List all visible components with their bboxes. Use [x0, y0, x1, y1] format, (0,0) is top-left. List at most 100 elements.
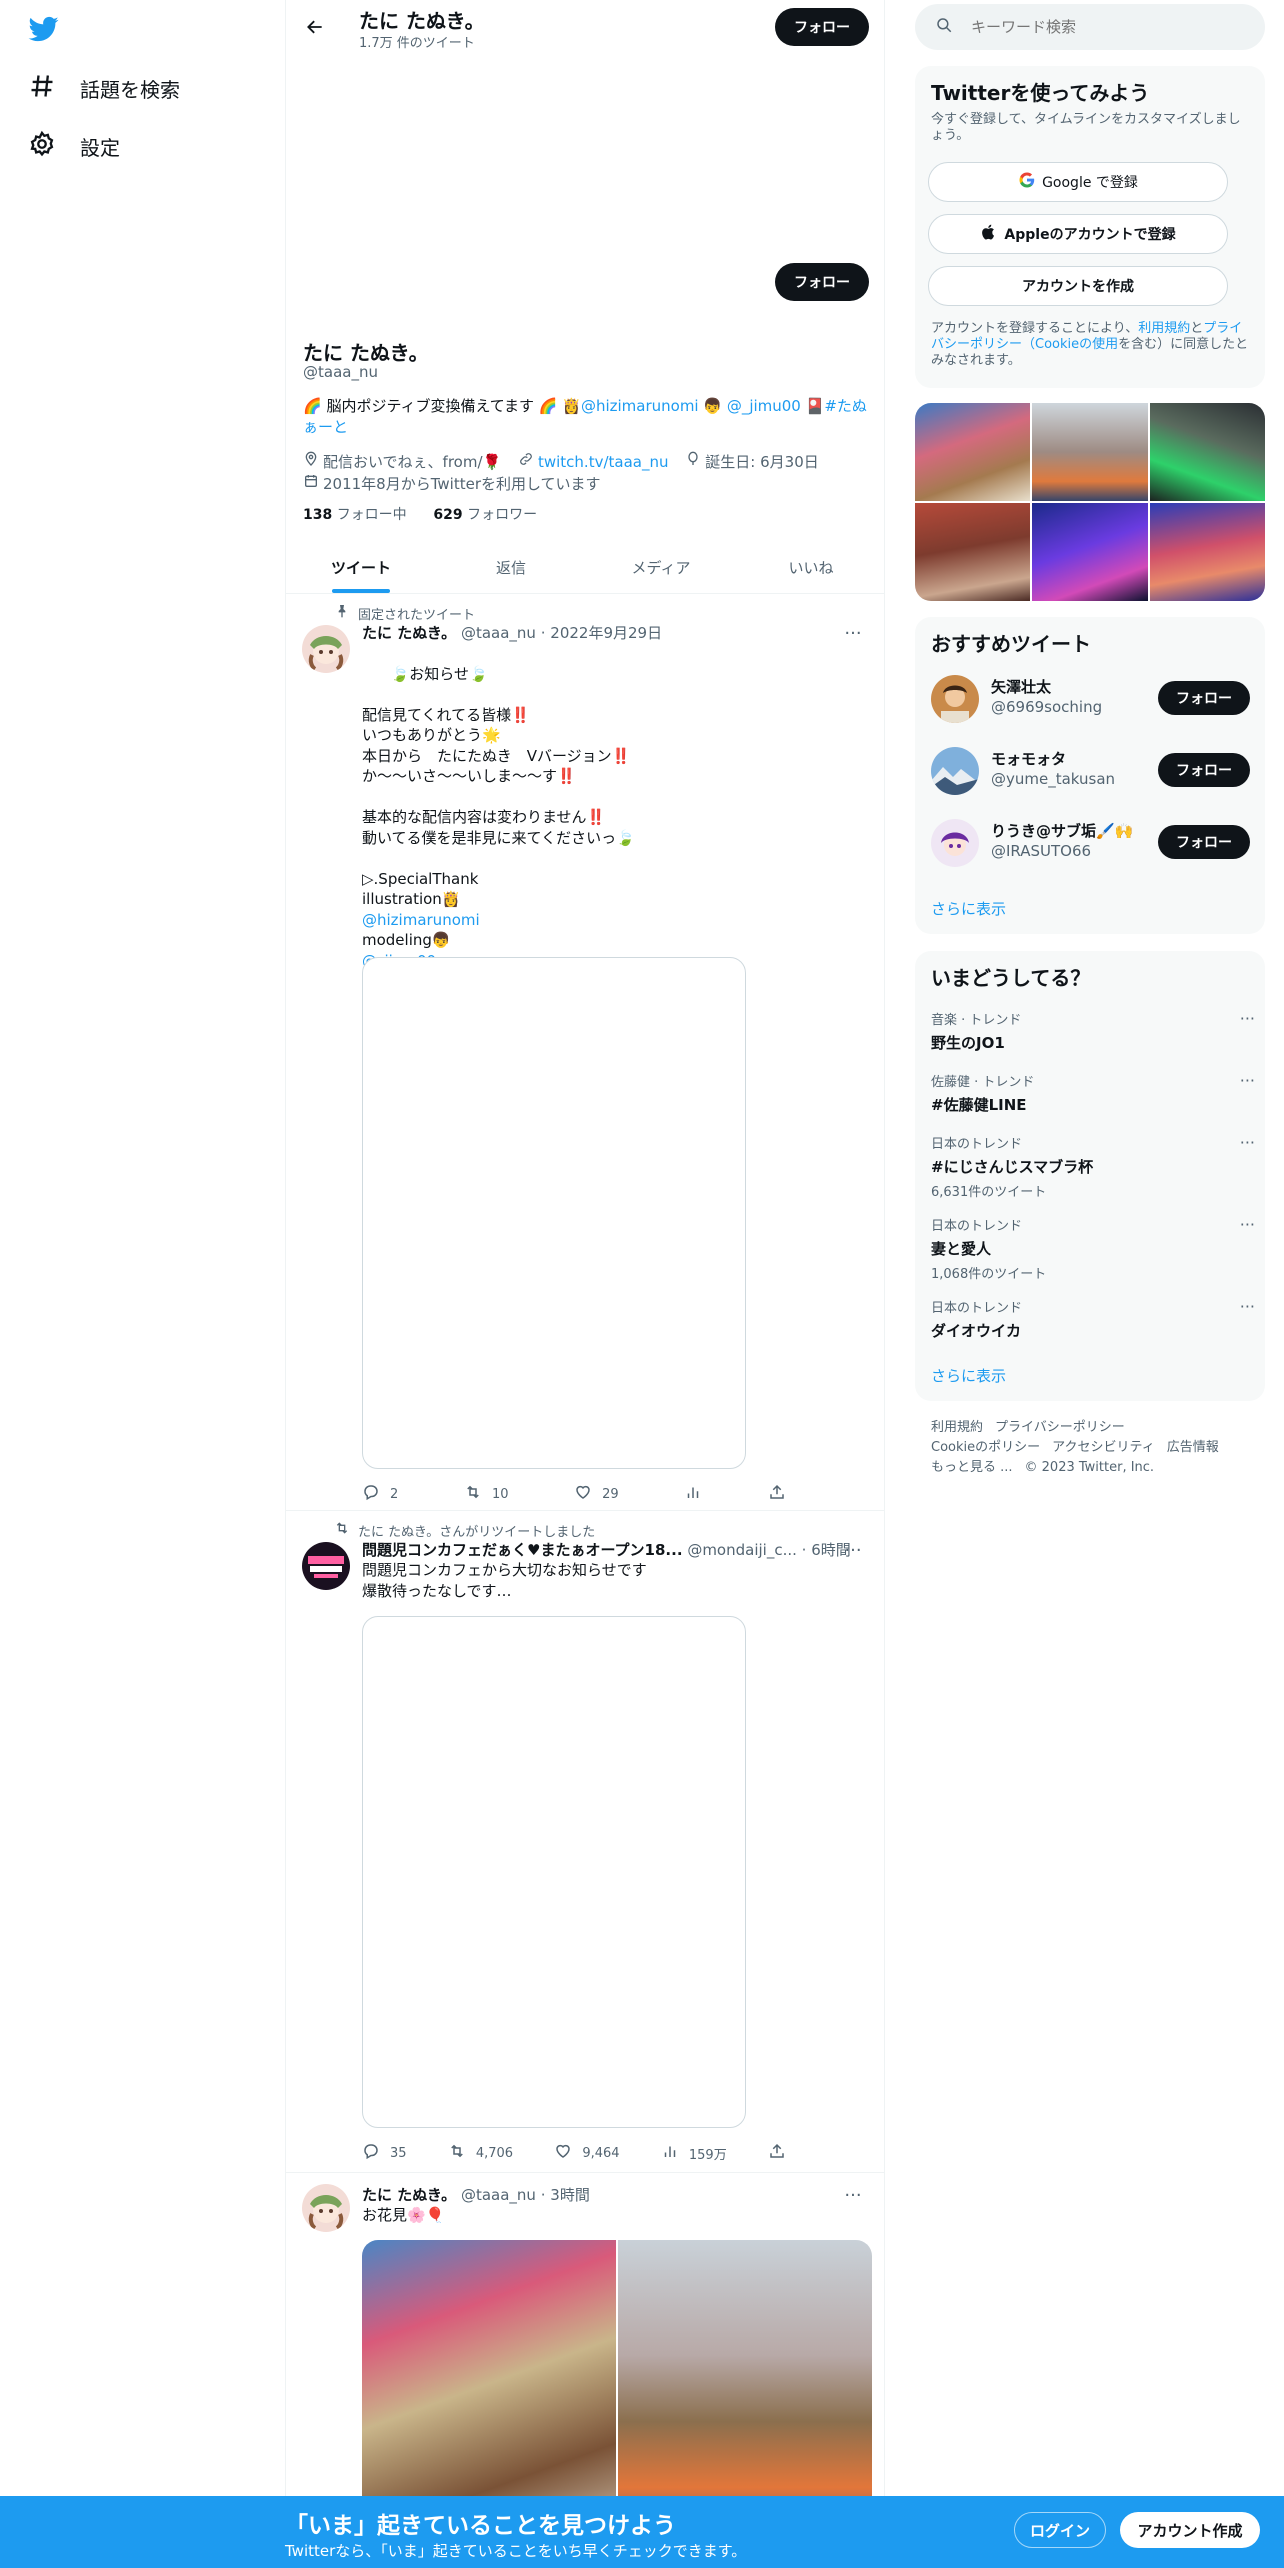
avatar: [931, 747, 979, 795]
trends-title: いまどうしてる？: [931, 966, 1091, 990]
more-dots-icon[interactable]: ···: [1240, 1297, 1255, 1316]
twitter-logo-icon[interactable]: [27, 14, 61, 44]
follow-button[interactable]: フォロー: [1158, 681, 1250, 715]
media-thumb[interactable]: [1032, 403, 1148, 501]
more-dots-icon[interactable]: ···: [841, 2185, 865, 2206]
apple-signup-button[interactable]: Appleのアカウントで登録: [928, 214, 1228, 254]
more-dots-icon[interactable]: ···: [841, 1540, 865, 1561]
terms-link[interactable]: 利用規約: [1138, 321, 1190, 336]
like-button[interactable]: 29: [574, 1483, 619, 1505]
tweet-time[interactable]: 3時間: [550, 2186, 590, 2204]
terms-text-2: と: [1190, 321, 1204, 336]
footer-link-terms[interactable]: 利用規約: [931, 1420, 983, 1435]
reply-icon: [362, 1483, 380, 1505]
profile-url: twitch.tv/taaa_nu: [518, 451, 669, 473]
share-button[interactable]: [768, 2142, 786, 2164]
login-button[interactable]: ログイン: [1014, 2512, 1106, 2548]
link-icon: [518, 451, 534, 473]
tweet-media[interactable]: [362, 1616, 746, 2128]
retweet-button[interactable]: 10: [464, 1483, 508, 1505]
tweet-time[interactable]: 2022年9月29日: [550, 624, 662, 642]
signup-button[interactable]: アカウント作成: [1120, 2512, 1260, 2548]
tweet-author-name[interactable]: たに たぬき。: [362, 624, 456, 642]
trend-item[interactable]: 日本のトレンド ダイオウイカ ···: [931, 1297, 1255, 1341]
like-button[interactable]: 9,464: [554, 2142, 620, 2164]
apple-signup-label: Appleのアカウントで登録: [1004, 227, 1176, 243]
more-dots-icon[interactable]: ···: [1240, 1133, 1255, 1152]
media-thumb[interactable]: [1149, 403, 1265, 501]
share-button[interactable]: [768, 1483, 786, 1505]
trend-item[interactable]: 日本のトレンド 妻と愛人 1,068件のツイート ···: [931, 1215, 1255, 1282]
footer-link-accessibility[interactable]: アクセシビリティ: [1052, 1440, 1155, 1455]
tweet-author-name[interactable]: 問題児コンカフェだぁく♥またぁオープン18...: [362, 1541, 683, 1559]
footer-link-cookies[interactable]: Cookieのポリシー: [931, 1440, 1040, 1455]
back-arrow-icon[interactable]: [298, 12, 332, 42]
retweet-button[interactable]: 4,706: [448, 2142, 513, 2164]
recommended-show-more[interactable]: さらに表示: [931, 898, 1006, 919]
header-follow-button[interactable]: フォロー: [775, 8, 869, 46]
more-dots-icon[interactable]: ···: [841, 623, 865, 644]
tweet-mention-link[interactable]: @hizimarunomi: [362, 911, 480, 929]
bio-mention-link-2[interactable]: @_jimu00: [727, 397, 801, 415]
tab-replies[interactable]: 返信: [436, 541, 586, 593]
tweet-pinned[interactable]: 固定されたツイート たに たぬき。 @taaa_nu · 2022年9月29日 …: [286, 595, 884, 1511]
tweet-author-handle[interactable]: @taaa_nu: [461, 624, 536, 642]
profile-follow-button[interactable]: フォロー: [775, 263, 869, 301]
trend-item[interactable]: 佐藤健 · トレンド #佐藤健LINE ···: [931, 1071, 1255, 1115]
views-button[interactable]: 159万: [661, 2142, 727, 2164]
footer-link-privacy[interactable]: プライバシーポリシー: [995, 1420, 1125, 1435]
google-signup-button[interactable]: Google で登録: [928, 162, 1228, 202]
tweet-author-name[interactable]: たに たぬき。: [362, 2186, 456, 2204]
footer-link-more[interactable]: もっと見る ...: [931, 1460, 1013, 1475]
following-link[interactable]: 138 フォロー中: [303, 507, 407, 523]
trend-count: 6,631件のツイート: [931, 1185, 1047, 1200]
trend-context: 日本のトレンド: [931, 1219, 1023, 1234]
media-thumb[interactable]: [1032, 503, 1148, 601]
tab-tweets[interactable]: ツイート: [286, 541, 436, 593]
media-thumb[interactable]: [1149, 503, 1265, 601]
reply-button[interactable]: 2: [362, 1483, 398, 1505]
trend-item[interactable]: 音楽 · トレンド 野生のJO1 ···: [931, 1009, 1255, 1053]
header-name: たに たぬき。: [359, 9, 485, 33]
terms-text: アカウントを登録することにより、: [931, 321, 1139, 336]
followers-count: 629: [433, 507, 463, 523]
more-dots-icon[interactable]: ···: [1240, 1009, 1255, 1028]
tweet-author-handle[interactable]: @taaa_nu: [461, 2186, 536, 2204]
more-dots-icon[interactable]: ···: [1240, 1071, 1255, 1090]
nav-explore[interactable]: 話題を検索: [28, 72, 180, 105]
footer-link-ads[interactable]: 広告情報: [1167, 1440, 1219, 1455]
recommended-user-name: りうき@サブ垢🖌️🙌: [991, 822, 1134, 840]
recommended-user[interactable]: 矢澤壮太 @6969soching フォロー: [931, 671, 1251, 727]
analytics-button[interactable]: [684, 1483, 702, 1505]
follow-button[interactable]: フォロー: [1158, 753, 1250, 787]
trends-show-more[interactable]: さらに表示: [931, 1365, 1006, 1386]
tab-likes[interactable]: いいね: [736, 541, 884, 593]
profile-url-link[interactable]: twitch.tv/taaa_nu: [538, 452, 669, 473]
retweet-small-icon: [334, 1520, 350, 1540]
followers-link[interactable]: 629 フォロワー: [433, 507, 537, 523]
recommended-user[interactable]: モォモォタ @yume_takusan フォロー: [931, 743, 1251, 799]
avatar[interactable]: [302, 625, 350, 673]
more-dots-icon[interactable]: ···: [1240, 1215, 1255, 1234]
left-sidebar: 話題を検索 設定: [0, 0, 285, 2568]
create-account-button[interactable]: アカウントを作成: [928, 266, 1228, 306]
search-box[interactable]: [915, 4, 1265, 50]
avatar[interactable]: [302, 2184, 350, 2232]
media-thumb[interactable]: [915, 403, 1031, 501]
avatar[interactable]: [302, 1542, 350, 1590]
tweet-retweet[interactable]: たに たぬき。さんがリツイートしました 問題児コンカフェだぁく♥またぁオープン1…: [286, 1512, 884, 2173]
tweet-media[interactable]: [362, 957, 746, 1469]
follow-button[interactable]: フォロー: [1158, 825, 1250, 859]
media-thumb[interactable]: [915, 503, 1031, 601]
tweet-body: 問題児コンカフェから大切なお知らせです 爆散待ったなしです…: [362, 1561, 647, 1600]
tweet-author-handle[interactable]: @mondaiji_c...: [687, 1541, 797, 1559]
search-input[interactable]: [971, 18, 1241, 36]
trend-name: #佐藤健LINE: [931, 1096, 1027, 1114]
bio-mention-link[interactable]: @hizimarunomi: [581, 397, 699, 415]
trend-item[interactable]: 日本のトレンド #にじさんじスマブラ杯 6,631件のツイート ···: [931, 1133, 1255, 1200]
hashtag-icon: [28, 72, 56, 105]
nav-settings[interactable]: 設定: [28, 130, 120, 163]
tab-media[interactable]: メディア: [586, 541, 736, 593]
recommended-user[interactable]: りうき@サブ垢🖌️🙌 @IRASUTO66 フォロー: [931, 815, 1251, 871]
reply-button[interactable]: 35: [362, 2142, 407, 2164]
